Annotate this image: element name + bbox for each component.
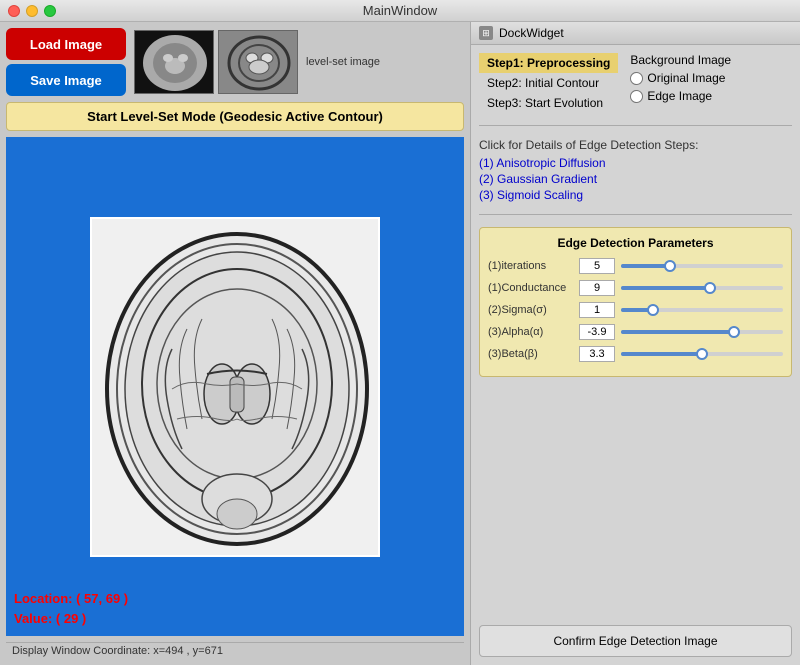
param-thumb-sigma — [647, 304, 659, 316]
param-value-iterations[interactable] — [579, 258, 615, 274]
dock-content: Step1: Preprocessing Step2: Initial Cont… — [471, 45, 800, 617]
edge-detection-links: (1) Anisotropic Diffusion (2) Gaussian G… — [479, 156, 792, 202]
thumbnail-1-svg — [135, 31, 214, 94]
param-thumb-iterations — [664, 260, 676, 272]
background-panel: Background Image Original Image Edge Ima… — [630, 53, 731, 103]
levelset-button[interactable]: Start Level-Set Mode (Geodesic Active Co… — [6, 102, 464, 131]
toolbar-row: Load Image Save Image — [6, 28, 464, 96]
param-value-conductance[interactable] — [579, 280, 615, 296]
param-thumb-beta — [696, 348, 708, 360]
original-image-label: Original Image — [647, 71, 725, 85]
location-info: Location: ( 57, 69 ) Value: ( 29 ) — [14, 589, 128, 628]
param-label-iterations: (1)iterations — [488, 260, 573, 272]
thumbnail-2-svg — [219, 31, 298, 94]
param-value-alpha[interactable] — [579, 324, 615, 340]
dock-title-bar: ⊞ DockWidget — [471, 22, 800, 45]
load-image-button[interactable]: Load Image — [6, 28, 126, 60]
close-button[interactable] — [8, 5, 20, 17]
minimize-button[interactable] — [26, 5, 38, 17]
edge-detection-prompt: Click for Details of Edge Detection Step… — [479, 138, 792, 152]
steps-and-bg: Step1: Preprocessing Step2: Initial Cont… — [479, 53, 792, 113]
brain-mri-svg — [92, 219, 380, 557]
status-bar: Display Window Coordinate: x=494 , y=671 — [6, 642, 464, 659]
thumbnail-label: level-set image — [306, 56, 380, 68]
param-thumb-conductance — [704, 282, 716, 294]
param-row-conductance: (1)Conductance — [488, 280, 783, 296]
edge-detection-info: Click for Details of Edge Detection Step… — [479, 138, 792, 202]
param-slider-iterations[interactable] — [621, 264, 783, 268]
traffic-lights — [8, 5, 56, 17]
edge-image-label: Edge Image — [647, 89, 712, 103]
title-bar: MainWindow — [0, 0, 800, 22]
edge-detection-params-box: Edge Detection Parameters (1)iterations … — [479, 227, 792, 377]
param-fill-conductance — [621, 286, 710, 290]
edge-image-radio-row[interactable]: Edge Image — [630, 89, 731, 103]
save-image-button[interactable]: Save Image — [6, 64, 126, 96]
maximize-button[interactable] — [44, 5, 56, 17]
params-title: Edge Detection Parameters — [488, 236, 783, 250]
main-layout: Load Image Save Image — [0, 22, 800, 665]
left-panel: Load Image Save Image — [0, 22, 470, 665]
confirm-edge-button[interactable]: Confirm Edge Detection Image — [479, 625, 792, 657]
thumbnail-2[interactable] — [218, 30, 298, 94]
param-value-beta[interactable] — [579, 346, 615, 362]
param-value-sigma[interactable] — [579, 302, 615, 318]
param-slider-alpha[interactable] — [621, 330, 783, 334]
image-area: Location: ( 57, 69 ) Value: ( 29 ) — [6, 137, 464, 636]
param-slider-conductance[interactable] — [621, 286, 783, 290]
step3-item[interactable]: Step3: Start Evolution — [479, 93, 618, 113]
param-row-iterations: (1)iterations — [488, 258, 783, 274]
sigmoid-link[interactable]: (3) Sigmoid Scaling — [479, 188, 792, 202]
param-row-beta: (3)Beta(β) — [488, 346, 783, 362]
image-thumbnails: level-set image — [134, 30, 380, 94]
brain-canvas — [90, 217, 380, 557]
step2-item[interactable]: Step2: Initial Contour — [479, 73, 618, 93]
dock-title: DockWidget — [499, 26, 564, 40]
edge-image-radio[interactable] — [630, 90, 643, 103]
param-fill-iterations — [621, 264, 670, 268]
right-panel: ⊞ DockWidget Step1: Preprocessing Step2:… — [470, 22, 800, 665]
toolbar-buttons: Load Image Save Image — [6, 28, 126, 96]
steps-panel: Step1: Preprocessing Step2: Initial Cont… — [479, 53, 618, 113]
param-slider-sigma[interactable] — [621, 308, 783, 312]
window-title: MainWindow — [363, 3, 437, 18]
param-row-alpha: (3)Alpha(α) — [488, 324, 783, 340]
separator-1 — [479, 125, 792, 126]
dock-icon: ⊞ — [479, 26, 493, 40]
param-thumb-alpha — [728, 326, 740, 338]
step1-item[interactable]: Step1: Preprocessing — [479, 53, 618, 73]
param-fill-beta — [621, 352, 702, 356]
separator-2 — [479, 214, 792, 215]
param-fill-alpha — [621, 330, 734, 334]
original-image-radio-row[interactable]: Original Image — [630, 71, 731, 85]
original-image-radio[interactable] — [630, 72, 643, 85]
param-row-sigma: (2)Sigma(σ) — [488, 302, 783, 318]
value-text: Value: ( 29 ) — [14, 609, 128, 629]
param-label-beta: (3)Beta(β) — [488, 348, 573, 360]
param-label-alpha: (3)Alpha(α) — [488, 326, 573, 338]
param-slider-beta[interactable] — [621, 352, 783, 356]
gaussian-link[interactable]: (2) Gaussian Gradient — [479, 172, 792, 186]
location-text: Location: ( 57, 69 ) — [14, 589, 128, 609]
thumbnail-1[interactable] — [134, 30, 214, 94]
background-title: Background Image — [630, 53, 731, 67]
param-label-conductance: (1)Conductance — [488, 282, 573, 294]
param-label-sigma: (2)Sigma(σ) — [488, 304, 573, 316]
anisotropic-link[interactable]: (1) Anisotropic Diffusion — [479, 156, 792, 170]
